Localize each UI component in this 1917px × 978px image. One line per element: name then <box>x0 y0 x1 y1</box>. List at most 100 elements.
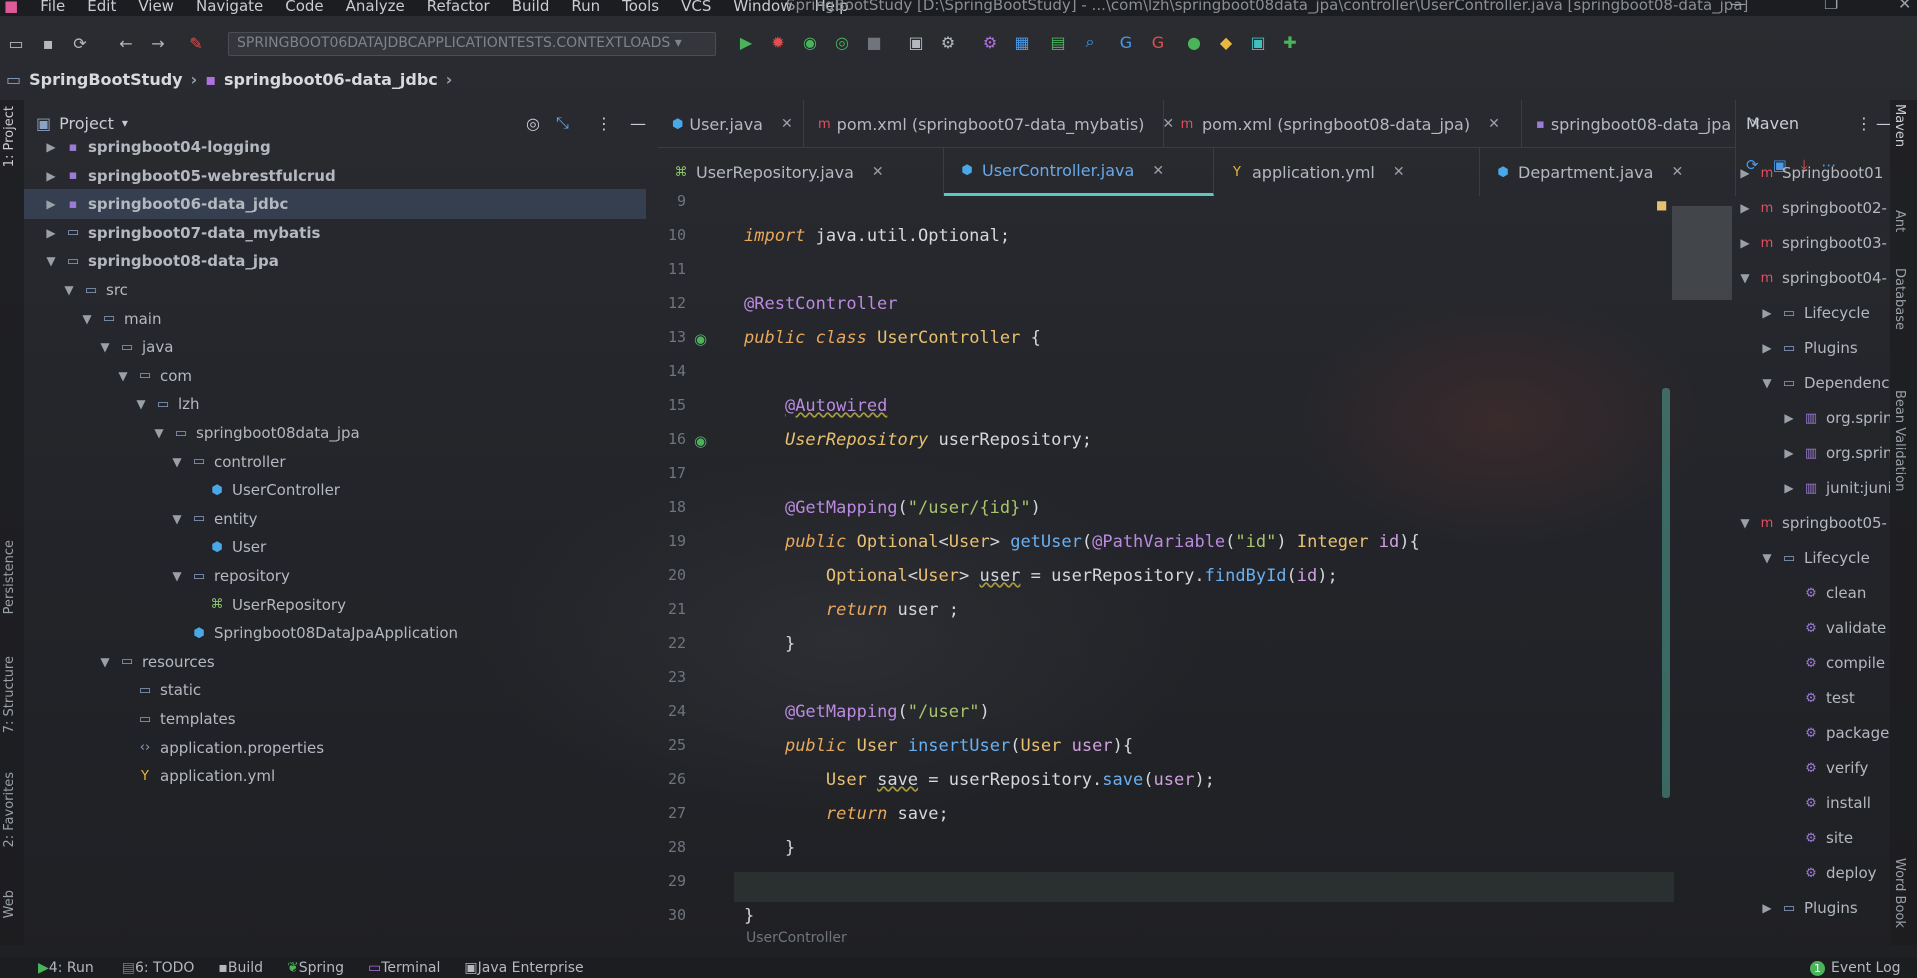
breadcrumb-module[interactable]: springboot06-data_jdbc <box>224 70 438 89</box>
forward-icon[interactable]: → <box>146 31 170 55</box>
project-tree-item[interactable]: ▭ templates <box>24 704 646 734</box>
project-tree-item[interactable]: ▶ ▭ springboot07-data_mybatis <box>24 218 646 248</box>
menu-refactor[interactable]: Refactor <box>427 0 490 14</box>
editor-tab[interactable]: ⬢ UserController.java ✕ <box>944 148 1214 196</box>
warning-marker-icon[interactable]: ■ <box>1656 198 1667 212</box>
run-configuration-select[interactable]: SPRINGBOOT06DATAJDBCAPPLICATIONTESTS.CON… <box>228 32 716 56</box>
editor-tab[interactable]: Yapplication.yml ✕ <box>1214 148 1480 196</box>
hide-panel-icon[interactable]: — <box>630 114 646 133</box>
search-icon[interactable]: ⌕ <box>1078 30 1102 54</box>
close-tab-icon[interactable]: ✕ <box>1393 164 1405 180</box>
chevron-down-icon[interactable]: ▼ <box>62 283 76 297</box>
maven-tree-item[interactable]: ▼ ▭ Lifecycle <box>1760 543 1869 573</box>
maven-tree-item[interactable]: ⚙ install <box>1782 788 1871 818</box>
maven-tree-item[interactable]: ⚙ site <box>1782 823 1853 853</box>
code-editor[interactable]: import java.util.Optional; @RestControll… <box>734 196 1674 936</box>
attach-icon[interactable]: ▣ <box>904 30 928 54</box>
menu-run[interactable]: Run <box>571 0 600 14</box>
breadcrumb-project[interactable]: SpringBootStudy <box>29 70 182 89</box>
event-log-button[interactable]: 1 Event Log <box>1810 960 1901 976</box>
run-icon[interactable]: ▶ <box>734 30 758 54</box>
run-tool-button[interactable]: ▶ 4: Run <box>38 960 94 976</box>
options-menu-icon[interactable]: ⋮ <box>596 114 612 133</box>
tool-tab-word-book[interactable]: Word Book <box>1892 858 1907 928</box>
hide-panel-icon[interactable]: — <box>1876 114 1890 133</box>
tool-tab-maven[interactable]: Maven <box>1892 104 1907 147</box>
chevron-right-icon[interactable]: ▶ <box>1760 341 1774 355</box>
plugin-b-icon[interactable]: ◆ <box>1214 30 1238 54</box>
chevron-right-icon[interactable]: ▶ <box>1738 236 1752 250</box>
tool-tab-web[interactable]: Web <box>2 890 17 918</box>
chevron-right-icon[interactable]: ▶ <box>1760 306 1774 320</box>
save-icon[interactable]: ▪ <box>36 31 60 55</box>
chevron-right-icon[interactable]: ▶ <box>44 169 58 183</box>
editor-tab[interactable]: m pom.xml (springboot07-data_mybatis) ✕ <box>804 100 1174 148</box>
spring-bean-gutter-icon[interactable]: ◉ <box>694 432 707 450</box>
menu-analyze[interactable]: Analyze <box>346 0 405 14</box>
project-structure-icon[interactable]: ▦ <box>1010 30 1034 54</box>
todo-tool-button[interactable]: ▤ 6: TODO <box>122 960 195 976</box>
menu-tools[interactable]: Tools <box>622 0 659 14</box>
maven-tree-item[interactable]: ▶ ▭ Lifecycle <box>1760 298 1869 328</box>
close-tab-icon[interactable]: ✕ <box>1671 164 1683 180</box>
chevron-down-icon[interactable]: ▼ <box>170 455 184 469</box>
maven-tree-item[interactable]: ⚙ verify <box>1782 753 1868 783</box>
project-tree-item[interactable]: ▶ ▪ springboot06-data_jdbc <box>24 189 646 220</box>
chevron-down-icon[interactable]: ▼ <box>44 254 58 268</box>
maven-tree-item[interactable]: ▼ ▭ Dependenc <box>1760 368 1889 398</box>
services-icon[interactable]: ⚙ <box>936 30 960 54</box>
project-tree-item[interactable]: ▼ ▭ com <box>24 361 646 391</box>
close-tab-icon[interactable]: ✕ <box>1488 116 1500 132</box>
java-enterprise-tool-button[interactable]: ▣ Java Enterprise <box>464 960 583 976</box>
spring-tool-button[interactable]: ❦ Spring <box>287 960 344 976</box>
minimize-icon[interactable]: — <box>1730 0 1746 13</box>
editor-tab[interactable]: m pom.xml (springboot08-data_jpa) ✕ <box>1164 100 1522 148</box>
close-tab-icon[interactable]: ✕ <box>781 116 793 132</box>
maven-tree-item[interactable]: ▼ m springboot05- <box>1738 508 1887 538</box>
project-tree-item[interactable]: ▼ ▭ springboot08data_jpa <box>24 418 646 448</box>
chevron-right-icon[interactable]: ▶ <box>44 197 58 211</box>
chevron-right-icon[interactable]: ▶ <box>1760 901 1774 915</box>
project-tree-item[interactable]: ▼ ▭ springboot08-data_jpa <box>24 246 646 276</box>
maven-tree-item[interactable]: ▶ ▥ org.sprin <box>1782 438 1890 468</box>
terminal-icon[interactable]: ▤ <box>1046 30 1070 54</box>
chevron-down-icon[interactable]: ▼ <box>152 426 166 440</box>
close-window-icon[interactable]: ✕ <box>1898 0 1911 13</box>
chevron-right-icon[interactable]: ▶ <box>1738 201 1752 215</box>
project-tree-item[interactable]: ⬢ User <box>24 532 646 562</box>
editor-tab[interactable]: ⬢ User.java ✕ <box>658 100 804 148</box>
project-view-select[interactable]: Project <box>59 114 114 133</box>
collapse-all-icon[interactable]: ⤡ <box>556 113 569 133</box>
project-tree-item[interactable]: ▼ ▭ resources <box>24 647 646 677</box>
debug-icon[interactable]: ✹ <box>766 30 790 54</box>
chevron-right-icon[interactable]: ▶ <box>1738 166 1752 180</box>
build-tool-button[interactable]: ▪ Build <box>218 960 263 976</box>
menu-build[interactable]: Build <box>512 0 550 14</box>
plugin-d-icon[interactable]: ✚ <box>1278 30 1302 54</box>
plugin-c-icon[interactable]: ▣ <box>1246 30 1270 54</box>
maven-tree-item[interactable]: ⚙ test <box>1782 683 1855 713</box>
chevron-right-icon[interactable]: ▶ <box>44 140 58 154</box>
maven-tree-item[interactable]: ▶ m Springboot01 <box>1738 158 1883 188</box>
tool-tab-database[interactable]: Database <box>1892 268 1907 330</box>
maven-tree-item[interactable]: ⚙ package <box>1782 718 1889 748</box>
menu-code[interactable]: Code <box>285 0 323 14</box>
chevron-right-icon[interactable]: ▶ <box>44 226 58 240</box>
build-hammer-icon[interactable]: ✎ <box>184 31 208 55</box>
menu-navigate[interactable]: Navigate <box>196 0 263 14</box>
menu-edit[interactable]: Edit <box>87 0 116 14</box>
chevron-down-icon[interactable]: ▼ <box>98 340 112 354</box>
back-icon[interactable]: ← <box>114 31 138 55</box>
chevron-down-icon[interactable]: ▼ <box>80 312 94 326</box>
project-tree-item[interactable]: ⬢ UserController <box>24 475 646 505</box>
chevron-right-icon[interactable]: ▶ <box>1782 411 1796 425</box>
menu-vcs[interactable]: VCS <box>681 0 711 14</box>
maven-tree-item[interactable]: ⚙ clean <box>1782 578 1866 608</box>
maven-tree-item[interactable]: ▶ m springboot02- <box>1738 193 1887 223</box>
tool-tab-bean-validation[interactable]: Bean Validation <box>1892 390 1907 491</box>
maven-tree-item[interactable]: ⚙ validate <box>1782 613 1886 643</box>
menu-window[interactable]: Window <box>733 0 792 14</box>
project-tree-item[interactable]: ▼ ▭ src <box>24 275 646 305</box>
project-tree-item[interactable]: ▼ ▭ repository <box>24 561 646 591</box>
project-tree-item[interactable]: ▼ ▭ entity <box>24 504 646 534</box>
